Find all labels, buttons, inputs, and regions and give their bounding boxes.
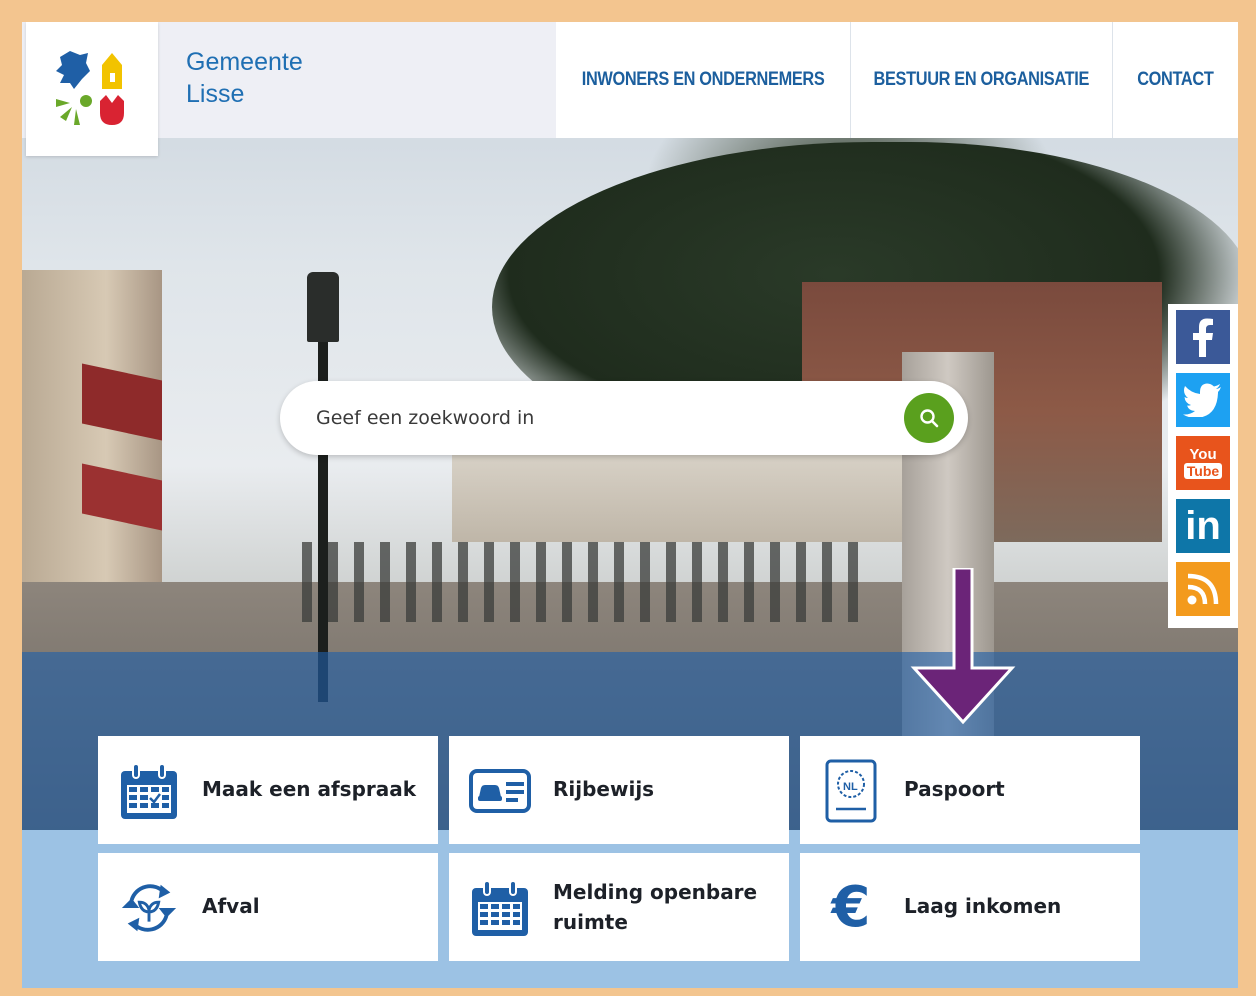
tile-label-line1: Melding openbare bbox=[553, 880, 758, 904]
search-icon bbox=[920, 409, 939, 428]
tile-label: Paspoort bbox=[904, 777, 1005, 801]
site-header: Gemeente Lisse INWONERS EN ONDERNEMERS B… bbox=[22, 22, 1238, 156]
youtube-button[interactable]: You Tube bbox=[1176, 436, 1230, 490]
tile-afval[interactable]: Afval bbox=[98, 853, 438, 961]
passport-icon-text: NL bbox=[843, 781, 858, 793]
nav-item-label: INWONERS EN ONDERNEMERS bbox=[581, 69, 825, 90]
linkedin-icon: in bbox=[1185, 504, 1221, 548]
search-button[interactable] bbox=[904, 393, 954, 443]
nav-item-label: BESTUUR EN ORGANISATIE bbox=[873, 69, 1090, 90]
brand-name-line2: Lisse bbox=[186, 80, 245, 108]
nav-item-contact[interactable]: CONTACT bbox=[1112, 22, 1238, 138]
search-input[interactable] bbox=[316, 395, 886, 441]
tile-label: Laag inkomen bbox=[904, 894, 1062, 918]
euro-icon-glyph: € bbox=[831, 875, 871, 940]
youtube-icon-text-top: You bbox=[1189, 446, 1217, 463]
twitter-icon bbox=[1183, 383, 1221, 417]
hero-lamppost-lantern bbox=[307, 272, 339, 342]
arrow-down-icon bbox=[910, 568, 1016, 725]
passport-icon: NL bbox=[820, 759, 882, 823]
tile-melding-openbare-ruimte[interactable]: Melding openbare ruimte bbox=[449, 853, 789, 961]
calendar-check-icon bbox=[118, 760, 180, 822]
tile-label: Afval bbox=[202, 894, 260, 918]
tile-label: Rijbewijs bbox=[553, 777, 655, 801]
nav-item-inwoners[interactable]: INWONERS EN ONDERNEMERS bbox=[556, 22, 850, 138]
tile-maak-een-afspraak[interactable]: Maak een afspraak bbox=[98, 736, 438, 844]
recycle-leaf-icon bbox=[118, 877, 180, 939]
hero-lamppost bbox=[318, 282, 328, 702]
linkedin-button[interactable]: in bbox=[1176, 499, 1230, 553]
youtube-icon-text-bottom: Tube bbox=[1183, 463, 1223, 479]
calendar-grid-icon bbox=[469, 877, 531, 939]
facebook-icon bbox=[1193, 318, 1213, 357]
facebook-button[interactable] bbox=[1176, 310, 1230, 364]
nav-item-label: CONTACT bbox=[1137, 69, 1214, 90]
brand-name-line1: Gemeente bbox=[186, 48, 303, 76]
nav-item-bestuur[interactable]: BESTUUR EN ORGANISATIE bbox=[850, 22, 1112, 138]
brand-name[interactable]: Gemeente Lisse bbox=[186, 46, 386, 110]
rss-icon bbox=[1187, 573, 1219, 605]
social-media-bar: You Tube in bbox=[1168, 304, 1238, 628]
lisse-logo-icon bbox=[56, 51, 124, 125]
tile-label-line2: ruimte bbox=[553, 910, 628, 934]
municipality-logo[interactable] bbox=[26, 22, 158, 156]
tile-rijbewijs[interactable]: Rijbewijs bbox=[449, 736, 789, 844]
tile-laag-inkomen[interactable]: € Laag inkomen bbox=[800, 853, 1140, 961]
tile-label: Maak een afspraak bbox=[202, 777, 417, 801]
search-bar bbox=[280, 381, 968, 455]
rss-button[interactable] bbox=[1176, 562, 1230, 616]
driving-licence-icon bbox=[469, 760, 531, 822]
main-navigation: INWONERS EN ONDERNEMERS BESTUUR EN ORGAN… bbox=[556, 22, 1238, 138]
euro-icon: € bbox=[820, 877, 882, 939]
hero-building-left bbox=[22, 270, 162, 630]
tile-label: Melding openbare ruimte bbox=[553, 877, 757, 937]
page-frame: Gemeente Lisse INWONERS EN ONDERNEMERS B… bbox=[22, 22, 1238, 988]
twitter-button[interactable] bbox=[1176, 373, 1230, 427]
tile-paspoort[interactable]: NL Paspoort bbox=[800, 736, 1140, 844]
hero-shopfronts bbox=[452, 452, 912, 542]
hero-terrace-furniture bbox=[302, 542, 862, 622]
